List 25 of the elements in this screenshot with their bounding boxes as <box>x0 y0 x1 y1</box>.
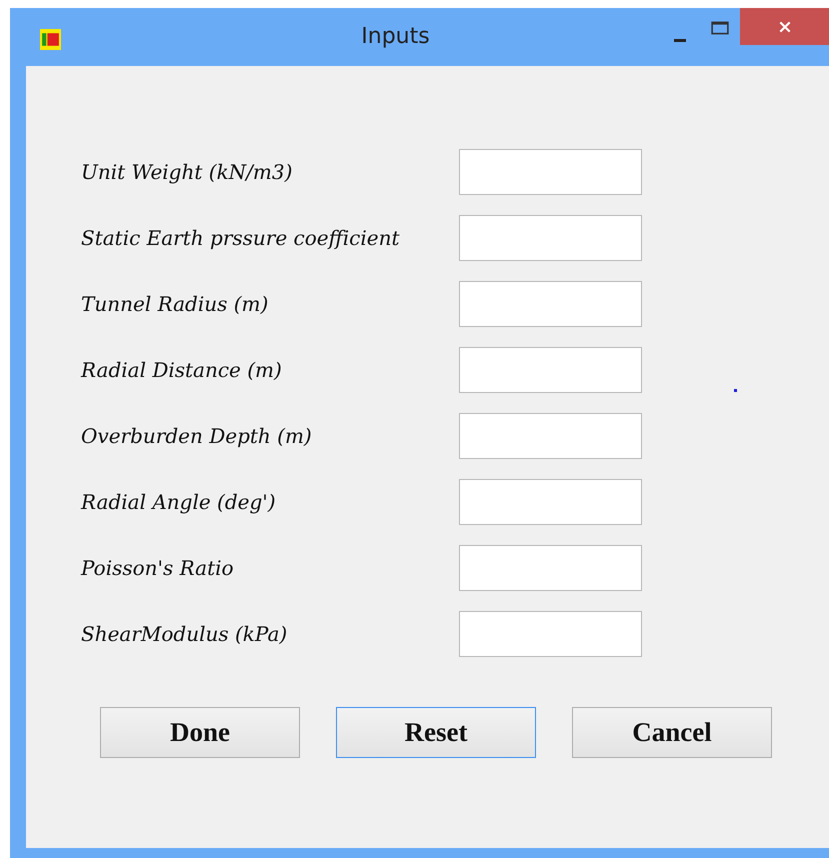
input-field[interactable] <box>459 611 642 657</box>
close-icon <box>778 20 792 34</box>
input-field[interactable] <box>459 281 642 327</box>
minimize-icon <box>674 38 686 42</box>
field-label: Unit Weight (kN/m3) <box>80 160 294 184</box>
field-label: Radial Angle (deg') <box>80 490 277 514</box>
field-label: ShearModulus (kPa) <box>80 622 288 646</box>
maximize-icon <box>711 21 729 35</box>
field-label: Radial Distance (m) <box>80 358 283 382</box>
input-field[interactable] <box>459 215 642 261</box>
input-field[interactable] <box>459 545 642 591</box>
field-label: Overburden Depth (m) <box>80 424 313 448</box>
dialog-button[interactable]: Cancel <box>572 707 772 758</box>
dialog-button[interactable]: Reset <box>336 707 536 758</box>
field-label: Static Earth prssure coefficient <box>80 226 401 250</box>
field-label: Poisson's Ratio <box>80 556 235 580</box>
input-field[interactable] <box>459 149 642 195</box>
field-label: Tunnel Radius (m) <box>80 292 270 316</box>
input-field[interactable] <box>459 413 642 459</box>
dot-mark <box>734 389 737 392</box>
input-field[interactable] <box>459 479 642 525</box>
dialog-button[interactable]: Done <box>100 707 300 758</box>
app-icon <box>40 29 61 50</box>
input-field[interactable] <box>459 347 642 393</box>
window-title: Inputs <box>360 24 431 49</box>
